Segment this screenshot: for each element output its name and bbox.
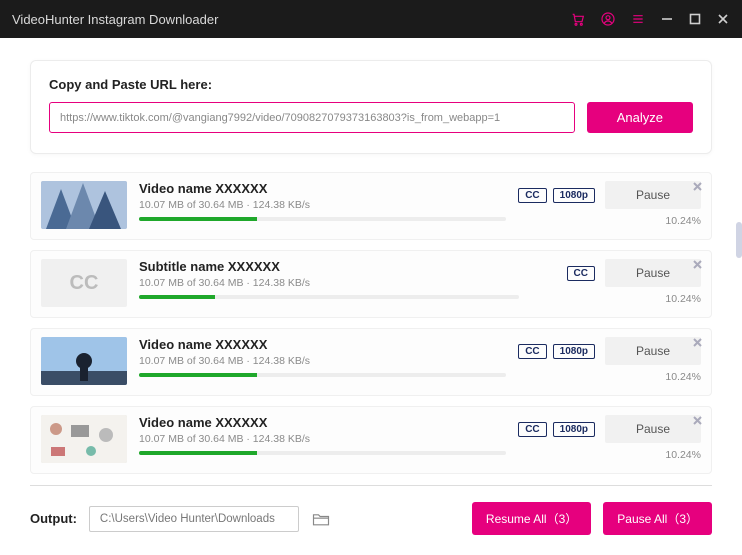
cart-icon[interactable] (570, 11, 586, 27)
download-main: Video name XXXXXX 10.07 MB of 30.64 MB · … (139, 181, 506, 221)
download-row: Video name XXXXXX 10.07 MB of 30.64 MB · … (30, 328, 712, 396)
download-right: CC Pause 10.24% (531, 259, 701, 305)
downloads-list: Video name XXXXXX 10.07 MB of 30.64 MB · … (30, 172, 712, 474)
progress-bar (139, 451, 257, 455)
download-stats: 10.07 MB of 30.64 MB · 124.38 KB/s (139, 277, 519, 289)
close-icon[interactable] (692, 413, 703, 424)
download-row: CC Subtitle name XXXXXX 10.07 MB of 30.64 … (30, 250, 712, 318)
progress-track (139, 217, 506, 221)
maximize-icon[interactable] (688, 12, 702, 26)
url-row: Analyze (49, 102, 693, 133)
percent-label: 10.24% (665, 215, 701, 227)
badge: CC (567, 266, 595, 281)
badges: CC 1080p (518, 344, 595, 359)
percent-label: 10.24% (665, 449, 701, 461)
download-title: Video name XXXXXX (139, 415, 506, 430)
download-main: Video name XXXXXX 10.07 MB of 30.64 MB · … (139, 337, 506, 377)
download-right: CC 1080p Pause 10.24% (518, 181, 701, 227)
badges: CC 1080p (518, 422, 595, 437)
url-label: Copy and Paste URL here: (49, 77, 693, 92)
download-row: Video name XXXXXX 10.07 MB of 30.64 MB · … (30, 172, 712, 240)
progress-bar (139, 373, 257, 377)
download-title: Video name XXXXXX (139, 337, 506, 352)
user-icon[interactable] (600, 11, 616, 27)
analyze-button[interactable]: Analyze (587, 102, 693, 133)
progress-track (139, 451, 506, 455)
thumbnail (41, 337, 127, 385)
pause-button[interactable]: Pause (605, 181, 701, 209)
output-path-input[interactable] (89, 506, 299, 532)
percent-label: 10.24% (665, 371, 701, 383)
download-stats: 10.07 MB of 30.64 MB · 124.38 KB/s (139, 355, 506, 367)
download-stats: 10.07 MB of 30.64 MB · 124.38 KB/s (139, 433, 506, 445)
percent-label: 10.24% (665, 293, 701, 305)
app-title: VideoHunter Instagram Downloader (12, 12, 570, 27)
badges: CC 1080p (518, 188, 595, 203)
download-row: Video name XXXXXX 10.07 MB of 30.64 MB · … (30, 406, 712, 474)
pause-button[interactable]: Pause (605, 259, 701, 287)
scrollbar-thumb[interactable] (736, 222, 742, 258)
content: Copy and Paste URL here: Analyze Video n… (0, 38, 742, 474)
badge: CC (518, 422, 546, 437)
pause-all-button[interactable]: Pause All（3） (603, 502, 712, 535)
badge: 1080p (553, 188, 595, 203)
resume-all-button[interactable]: Resume All（3） (472, 502, 591, 535)
download-title: Subtitle name XXXXXX (139, 259, 519, 274)
badge: 1080p (553, 422, 595, 437)
badges: CC (567, 266, 595, 281)
badge: CC (518, 344, 546, 359)
folder-icon[interactable] (311, 509, 331, 529)
titlebar: VideoHunter Instagram Downloader (0, 0, 742, 38)
pause-button[interactable]: Pause (605, 415, 701, 443)
pause-button[interactable]: Pause (605, 337, 701, 365)
menu-icon[interactable] (630, 11, 646, 27)
download-title: Video name XXXXXX (139, 181, 506, 196)
close-icon[interactable] (692, 179, 703, 190)
output-label: Output: (30, 511, 77, 526)
progress-track (139, 373, 506, 377)
download-right: CC 1080p Pause 10.24% (518, 337, 701, 383)
progress-bar (139, 295, 215, 299)
divider (30, 485, 712, 486)
thumbnail: CC (41, 259, 127, 307)
close-icon[interactable] (692, 257, 703, 268)
progress-bar (139, 217, 257, 221)
close-icon[interactable] (692, 335, 703, 346)
url-card: Copy and Paste URL here: Analyze (30, 60, 712, 154)
badge: 1080p (553, 344, 595, 359)
url-input[interactable] (49, 102, 575, 133)
download-main: Subtitle name XXXXXX 10.07 MB of 30.64 MB… (139, 259, 519, 299)
footer-area: Output: Resume All（3） Pause All（3） (0, 485, 742, 555)
thumbnail (41, 415, 127, 463)
titlebar-icons (570, 11, 730, 27)
download-right: CC 1080p Pause 10.24% (518, 415, 701, 461)
badge: CC (518, 188, 546, 203)
download-stats: 10.07 MB of 30.64 MB · 124.38 KB/s (139, 199, 506, 211)
minimize-icon[interactable] (660, 12, 674, 26)
close-icon[interactable] (716, 12, 730, 26)
thumbnail (41, 181, 127, 229)
download-main: Video name XXXXXX 10.07 MB of 30.64 MB · … (139, 415, 506, 455)
footer: Output: Resume All（3） Pause All（3） (30, 502, 712, 535)
progress-track (139, 295, 519, 299)
